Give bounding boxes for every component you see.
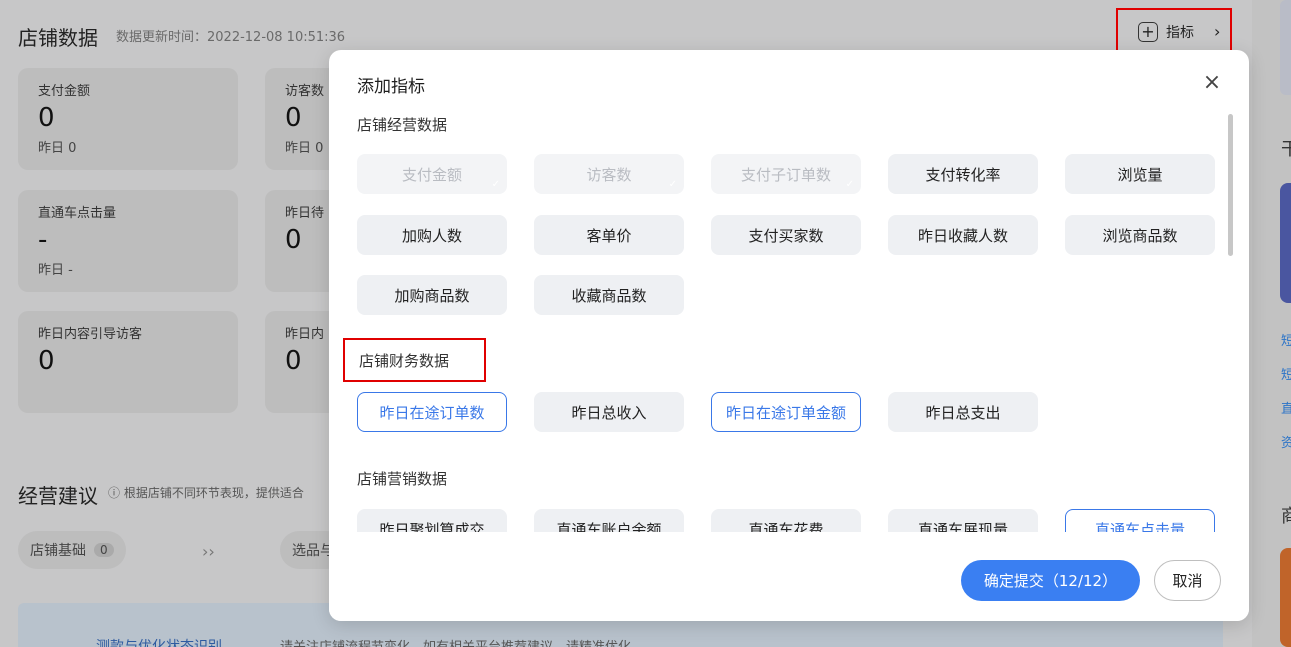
metric-sub: 昨日 0 bbox=[38, 141, 77, 156]
dialog-title: 添加指标 bbox=[357, 77, 425, 97]
stage-pill-count: 0 bbox=[94, 543, 114, 557]
banner-text: 请关注店铺流程节变化，如有相关平台推荐建议，请精准优化 bbox=[280, 636, 631, 647]
right-text: 短 bbox=[1281, 368, 1291, 383]
right-text: 直 bbox=[1281, 402, 1291, 417]
plus-square-icon: + bbox=[1138, 21, 1158, 42]
indicator-chip[interactable]: 收藏商品数 bbox=[534, 275, 684, 315]
confirm-button[interactable]: 确定提交（12/12） bbox=[961, 560, 1140, 601]
indicator-button-label: 指标 bbox=[1166, 24, 1194, 41]
section-title-suggestions: 经营建议 bbox=[18, 484, 98, 508]
indicator-chip[interactable]: 昨日总收入 bbox=[534, 392, 684, 432]
cancel-button[interactable]: 取消 bbox=[1154, 560, 1221, 601]
indicator-button[interactable]: + 指标 › bbox=[1116, 8, 1232, 55]
indicator-chip[interactable]: 昨日在途订单数 bbox=[357, 392, 507, 432]
indicator-chip[interactable]: 客单价 bbox=[534, 215, 684, 255]
data-updated-time: 数据更新时间：2022-12-08 10:51:36 bbox=[116, 30, 346, 45]
banner-link[interactable]: 测款与优化状态识别 bbox=[96, 636, 222, 647]
indicator-chip[interactable]: 直通车展现量 bbox=[888, 509, 1038, 532]
indicator-chip[interactable]: 浏览量 bbox=[1065, 154, 1215, 194]
group-title-marketing: 店铺营销数据 bbox=[357, 470, 448, 488]
group-title-operations: 店铺经营数据 bbox=[357, 116, 448, 134]
stage-pill-label: 选品与 bbox=[292, 543, 334, 559]
indicator-chip[interactable]: 支付买家数 bbox=[711, 215, 861, 255]
stage-pill[interactable]: 店铺基础 0 bbox=[18, 531, 126, 569]
double-chevron-icon: ›› bbox=[202, 542, 215, 561]
group-title-finance: 店铺财务数据 bbox=[343, 338, 486, 382]
indicator-chip: 支付子订单数 bbox=[711, 154, 861, 194]
metric-sub: 昨日 - bbox=[38, 263, 73, 278]
metric-label: 支付金额 bbox=[38, 84, 91, 99]
indicator-chip: 访客数 bbox=[534, 154, 684, 194]
dialog-body: 店铺经营数据 支付金额 访客数 支付子订单数 支付转化率 浏览量 加购人数 客单… bbox=[329, 110, 1249, 532]
add-indicator-dialog: 添加指标 × 店铺经营数据 支付金额 访客数 支付子订单数 支付转化率 浏览量 … bbox=[329, 50, 1249, 621]
right-card-blue bbox=[1280, 183, 1291, 303]
chevron-right-icon: › bbox=[1214, 22, 1221, 41]
section-note: ⓘ 根据店铺不同环节表现，提供适合 bbox=[108, 486, 304, 500]
right-card-orange bbox=[1280, 548, 1291, 647]
indicator-chip[interactable]: 昨日在途订单金额 bbox=[711, 392, 861, 432]
indicator-chip[interactable]: 直通车账户余额 bbox=[534, 509, 684, 532]
indicator-chip[interactable]: 加购商品数 bbox=[357, 275, 507, 315]
metric-card: 昨日内容引导访客 0 bbox=[18, 311, 238, 413]
indicator-chip[interactable]: 加购人数 bbox=[357, 215, 507, 255]
indicator-chip: 支付金额 bbox=[357, 154, 507, 194]
metric-value: - bbox=[38, 225, 48, 255]
right-text: 短 bbox=[1281, 334, 1291, 349]
metric-card: 支付金额 0 昨日 0 bbox=[18, 68, 238, 170]
indicator-chip[interactable]: 昨日总支出 bbox=[888, 392, 1038, 432]
metric-value: 0 bbox=[38, 103, 55, 133]
indicator-chip[interactable]: 浏览商品数 bbox=[1065, 215, 1215, 255]
stage-pill-label: 店铺基础 bbox=[30, 543, 86, 559]
metric-card: 直通车点击量 - 昨日 - bbox=[18, 190, 238, 292]
indicator-chip[interactable]: 直通车花费 bbox=[711, 509, 861, 532]
right-card bbox=[1280, 0, 1291, 95]
metric-value: 0 bbox=[38, 346, 55, 376]
metric-label: 昨日内容引导访客 bbox=[38, 327, 143, 342]
right-text: 资 bbox=[1281, 436, 1291, 451]
dialog-footer: 确定提交（12/12） 取消 bbox=[329, 532, 1249, 621]
page-title: 店铺数据 bbox=[18, 26, 98, 50]
indicator-chip[interactable]: 昨日收藏人数 bbox=[888, 215, 1038, 255]
indicator-chip[interactable]: 支付转化率 bbox=[888, 154, 1038, 194]
right-text: 商 bbox=[1281, 506, 1291, 527]
metric-label: 直通车点击量 bbox=[38, 206, 117, 221]
right-text: 干 bbox=[1281, 139, 1291, 160]
close-icon[interactable]: × bbox=[1201, 72, 1223, 94]
indicator-chip[interactable]: 直通车点击量 bbox=[1065, 509, 1215, 532]
indicator-chip[interactable]: 昨日聚划算成交 bbox=[357, 509, 507, 532]
